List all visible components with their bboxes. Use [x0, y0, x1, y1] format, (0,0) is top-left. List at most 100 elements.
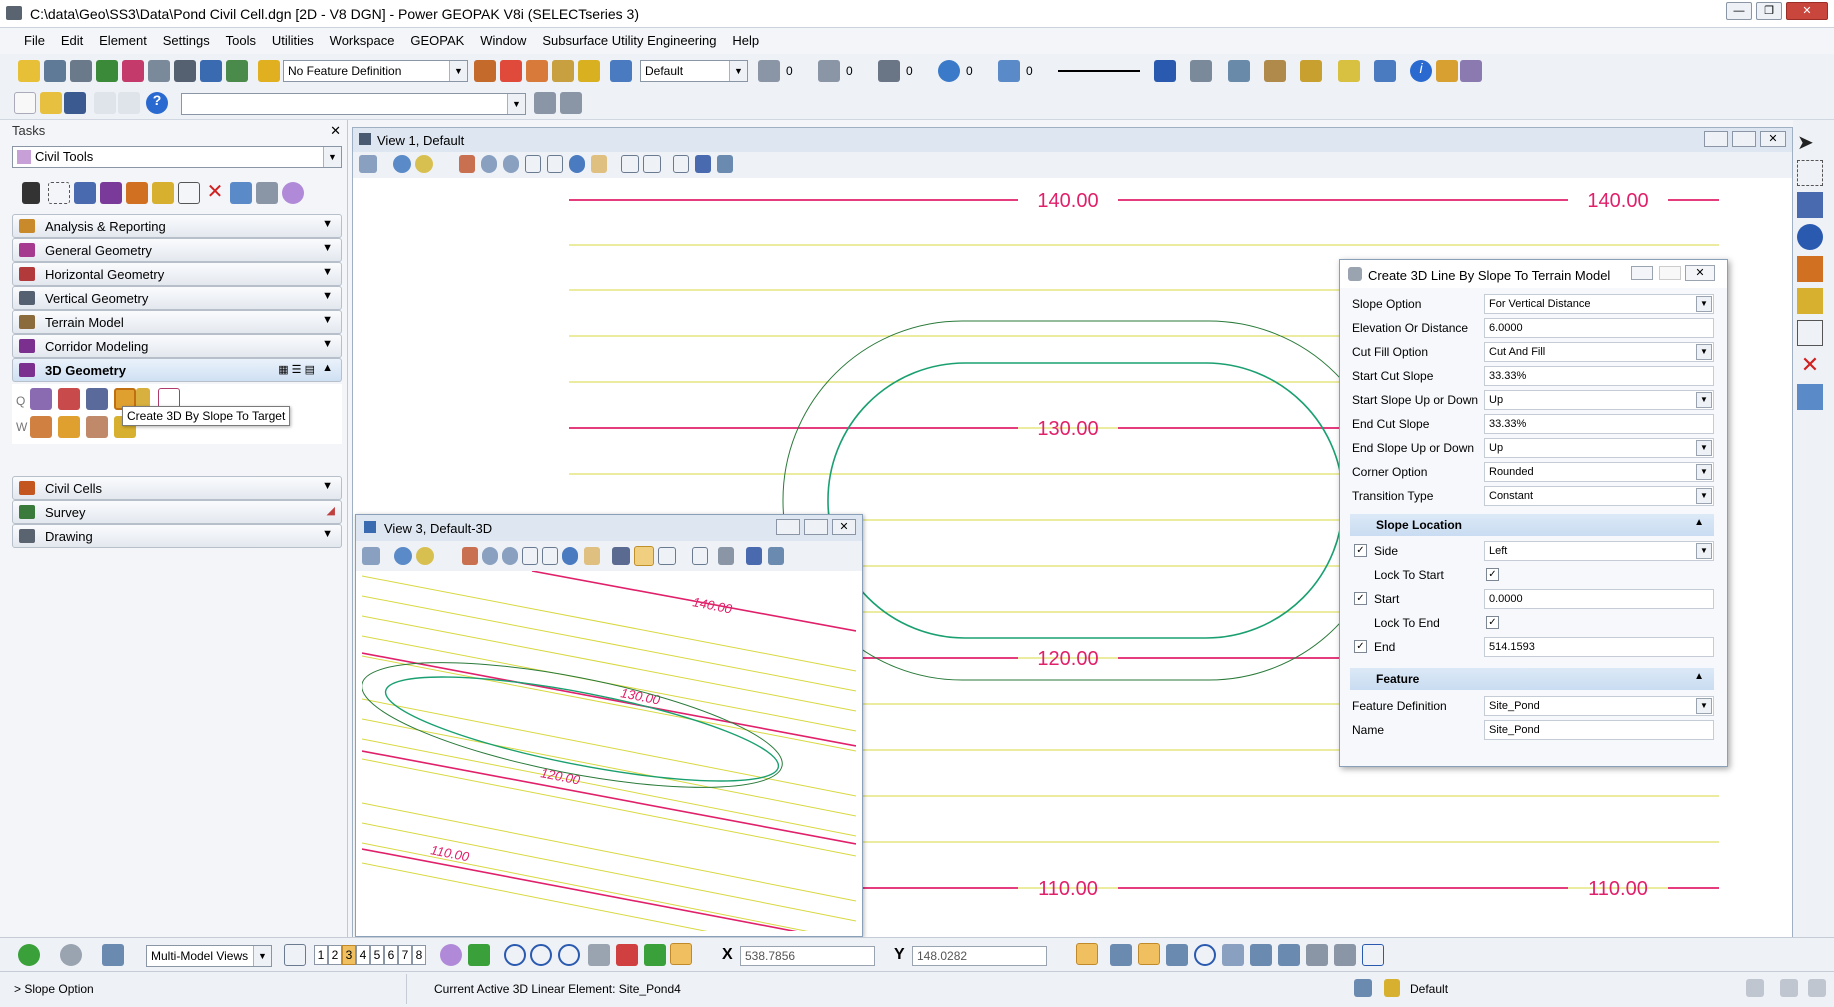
menu-workspace[interactable]: Workspace	[324, 30, 401, 51]
fit-view-icon[interactable]	[542, 547, 558, 565]
intersection-snap-icon[interactable]	[1278, 944, 1300, 966]
camera-icon[interactable]	[768, 547, 784, 565]
lighting-icon[interactable]	[415, 155, 433, 173]
zoom-out-icon[interactable]	[503, 155, 519, 173]
snap-mode-3-icon[interactable]	[1166, 944, 1188, 966]
view-previous-icon[interactable]	[621, 155, 639, 173]
drainage-tool-icon[interactable]	[44, 60, 66, 82]
info-icon[interactable]: i	[1410, 60, 1432, 82]
view-button-8[interactable]: 8	[412, 945, 426, 965]
find-icon[interactable]	[1436, 60, 1458, 82]
elevation-input[interactable]: 6.0000	[1484, 318, 1714, 338]
alignment-tool-icon[interactable]	[96, 60, 118, 82]
maximize-button[interactable]: ❐	[1756, 2, 1782, 20]
name-input[interactable]: Site_Pond	[1484, 720, 1714, 740]
level-select[interactable]: Default ▼	[640, 60, 748, 82]
tangency-snap-icon[interactable]	[1306, 944, 1328, 966]
menu-utilities[interactable]: Utilities	[266, 30, 320, 51]
clip-mask-icon[interactable]	[746, 547, 762, 565]
accusnap-icon[interactable]	[1354, 979, 1372, 997]
view-minimize-button[interactable]	[776, 519, 800, 535]
view-button-3[interactable]: 3	[342, 945, 356, 965]
element-template-icon[interactable]	[474, 60, 496, 82]
color-icon[interactable]	[758, 60, 780, 82]
browse-icon[interactable]	[534, 92, 556, 114]
feature-group[interactable]: Feature ▲	[1350, 668, 1714, 690]
section-3d-geometry[interactable]: 3D Geometry ▦ ☰ ▤ ▲	[12, 358, 342, 382]
save-icon[interactable]	[64, 92, 86, 114]
3d-tool-w3-icon[interactable]	[86, 416, 108, 438]
help-icon[interactable]: ?	[146, 92, 168, 114]
section-analysis[interactable]: Analysis & Reporting ▼	[12, 214, 342, 238]
check-icon[interactable]	[468, 944, 490, 966]
zoom-out-icon[interactable]	[502, 547, 518, 565]
view-attributes-icon[interactable]	[362, 547, 380, 565]
minimize-button[interactable]: —	[1726, 2, 1752, 20]
start-slope-dir-select[interactable]: Up ▼	[1484, 390, 1714, 410]
clip-mask-icon[interactable]	[695, 155, 711, 173]
weight-icon[interactable]	[878, 60, 900, 82]
cube-icon[interactable]	[1154, 60, 1176, 82]
window-area-icon[interactable]	[522, 547, 538, 565]
references-icon[interactable]	[1190, 60, 1212, 82]
close-icon[interactable]: ✕	[330, 123, 341, 139]
lock-icon[interactable]	[578, 60, 600, 82]
connect-icon[interactable]	[1797, 384, 1823, 410]
section-terrain-model[interactable]: Terrain Model ▼	[12, 310, 342, 334]
priority-icon[interactable]	[998, 60, 1020, 82]
new-file-icon[interactable]	[14, 92, 36, 114]
view-close-button[interactable]: ✕	[1760, 131, 1786, 147]
display-style-icon[interactable]	[394, 547, 412, 565]
lock-to-start-checkbox[interactable]: ✓	[1486, 568, 1499, 581]
section-survey[interactable]: Survey ◢	[12, 500, 342, 524]
3d-tool-w2-icon[interactable]	[58, 416, 80, 438]
end-checkbox[interactable]: ✓	[1354, 640, 1367, 653]
y-coordinate-field[interactable]: 148.0282	[912, 946, 1047, 966]
update-view-icon[interactable]	[462, 547, 478, 565]
terrain-color-icon[interactable]	[500, 60, 522, 82]
view-restore-button[interactable]	[1732, 131, 1756, 147]
arc-snap-icon[interactable]	[530, 944, 552, 966]
menu-window[interactable]: Window	[474, 30, 532, 51]
style-icon[interactable]	[818, 60, 840, 82]
view-close-button[interactable]: ✕	[832, 519, 856, 535]
snap-toggle-icon[interactable]	[1076, 943, 1098, 965]
lighting-icon[interactable]	[416, 547, 434, 565]
survey-tool-icon[interactable]	[148, 60, 170, 82]
camera-icon[interactable]	[717, 155, 733, 173]
feature-definition-select[interactable]: No Feature Definition ▼	[283, 60, 468, 82]
view-restore-button[interactable]	[804, 519, 828, 535]
selection-fence-icon[interactable]	[48, 182, 70, 204]
measure-icon[interactable]	[1460, 60, 1482, 82]
menu-help[interactable]: Help	[726, 30, 765, 51]
terrain-icon[interactable]	[1264, 60, 1286, 82]
fit-view-icon[interactable]	[547, 155, 563, 173]
window-area-icon[interactable]	[525, 155, 541, 173]
select-arrow-icon[interactable]	[22, 182, 40, 204]
3d-tool-w1-icon[interactable]	[30, 416, 52, 438]
lock-to-end-checkbox[interactable]: ✓	[1486, 616, 1499, 629]
section-tool-icon[interactable]	[174, 60, 196, 82]
lock-icon[interactable]	[1384, 979, 1400, 997]
menu-file[interactable]: File	[18, 30, 51, 51]
delete-icon[interactable]: ✕	[1797, 352, 1823, 378]
view-mode-icons[interactable]: ▦ ☰ ▤	[278, 363, 315, 376]
3d-line-icon[interactable]	[30, 388, 52, 410]
undo-icon[interactable]	[94, 92, 116, 114]
fence-icon[interactable]	[1797, 160, 1823, 186]
section-corridor-modeling[interactable]: Corridor Modeling ▼	[12, 334, 342, 358]
menu-sue[interactable]: Subsurface Utility Engineering	[536, 30, 722, 51]
view-3-canvas[interactable]: 140.00 130.00 120.00 110.00	[362, 571, 856, 931]
open-folder-icon[interactable]	[40, 92, 62, 114]
cut-fill-select[interactable]: Cut And Fill ▼	[1484, 342, 1714, 362]
stack-icon[interactable]	[1338, 60, 1360, 82]
view-attributes-icon[interactable]	[359, 155, 377, 173]
zoom-in-icon[interactable]	[482, 547, 498, 565]
transition-type-select[interactable]: Constant ▼	[1484, 486, 1714, 506]
view-button-5[interactable]: 5	[370, 945, 384, 965]
forward-icon[interactable]	[60, 944, 82, 966]
section-civil-cells[interactable]: Civil Cells ▼	[12, 476, 342, 500]
center-snap-icon[interactable]	[1194, 944, 1216, 966]
annotate-icon[interactable]	[74, 182, 96, 204]
side-checkbox[interactable]: ✓	[1354, 544, 1367, 557]
